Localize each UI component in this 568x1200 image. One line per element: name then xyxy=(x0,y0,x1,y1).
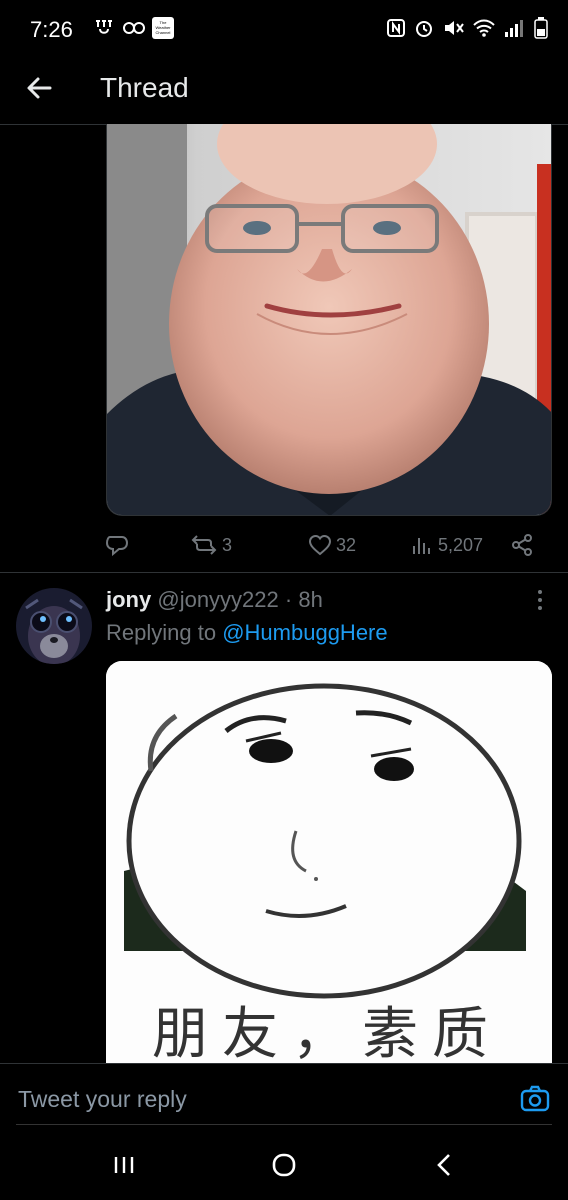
retweet-count: 3 xyxy=(222,534,233,555)
retweet-button[interactable]: 3 xyxy=(190,525,232,565)
tweet-author-line: jony @jonyyy222 · 8h xyxy=(106,587,323,613)
status-icons-left: The Weather Channel xyxy=(94,17,174,39)
meme-caption: 朋友，素质 xyxy=(152,1002,502,1063)
signal-icon xyxy=(505,20,523,37)
wifi-icon xyxy=(473,19,495,37)
heart-icon xyxy=(308,534,332,556)
tweet-divider xyxy=(0,572,568,573)
replying-to-handle[interactable]: @HumbuggHere xyxy=(222,620,387,645)
thread-header: Thread xyxy=(0,56,568,125)
composer-divider xyxy=(16,1124,552,1125)
replying-to-label: Replying to xyxy=(106,620,217,645)
reply-composer xyxy=(0,1063,568,1130)
recent-apps-icon xyxy=(114,1157,134,1173)
page-title: Thread xyxy=(100,72,189,103)
reply-button[interactable] xyxy=(104,525,130,565)
back-nav-button[interactable] xyxy=(424,1150,464,1180)
android-nav-bar xyxy=(0,1130,568,1200)
link-icon xyxy=(123,22,145,34)
views-count: 5,207 xyxy=(438,534,484,555)
tweet-time: 8h xyxy=(298,587,323,612)
arrow-left-icon xyxy=(27,77,52,99)
avatar-image xyxy=(16,588,92,664)
share-button[interactable] xyxy=(510,525,534,565)
portrait-photo xyxy=(107,124,551,515)
like-button[interactable]: 32 xyxy=(308,525,356,565)
author-name[interactable]: jony xyxy=(106,587,151,612)
share-icon xyxy=(512,534,532,556)
more-vertical-icon xyxy=(538,590,542,610)
views-button[interactable]: 5,207 xyxy=(410,525,483,565)
tweet-action-bar: 3 32 5,207 xyxy=(100,525,548,565)
weather-app-label: The Weather Channel xyxy=(155,20,171,35)
mute-icon xyxy=(445,21,464,35)
battery-icon xyxy=(534,17,548,39)
status-icons-right xyxy=(386,17,548,39)
tweet-photo-meme[interactable]: 朋友，素质 xyxy=(106,661,552,1063)
avatar[interactable] xyxy=(16,588,92,664)
home-icon xyxy=(272,1153,296,1177)
meta-separator: · xyxy=(278,587,299,612)
chevron-left-icon xyxy=(437,1154,450,1176)
status-time: 7:26 xyxy=(30,17,73,42)
back-button[interactable] xyxy=(20,68,60,108)
nfc-icon xyxy=(387,19,405,37)
meme-image: 朋友，素质 xyxy=(106,661,552,1063)
camera-icon xyxy=(520,1085,550,1112)
like-count: 32 xyxy=(336,534,357,555)
voicemail-icon xyxy=(96,20,112,34)
tweet-photo[interactable] xyxy=(106,124,552,516)
status-bar: 7:26 The Weather Channel xyxy=(0,0,568,56)
camera-button[interactable] xyxy=(520,1084,550,1114)
retweet-icon xyxy=(191,535,217,555)
home-button[interactable] xyxy=(264,1150,304,1180)
views-icon xyxy=(413,538,430,554)
more-options-button[interactable] xyxy=(530,586,550,614)
weather-app-icon: The Weather Channel xyxy=(152,17,174,39)
recent-apps-button[interactable] xyxy=(104,1150,144,1180)
reply-input[interactable] xyxy=(16,1082,490,1116)
alarm-icon xyxy=(416,21,432,37)
author-handle[interactable]: @jonyyy222 xyxy=(157,587,278,612)
reply-icon xyxy=(105,536,129,557)
replying-to-line: Replying to @HumbuggHere xyxy=(106,620,388,646)
